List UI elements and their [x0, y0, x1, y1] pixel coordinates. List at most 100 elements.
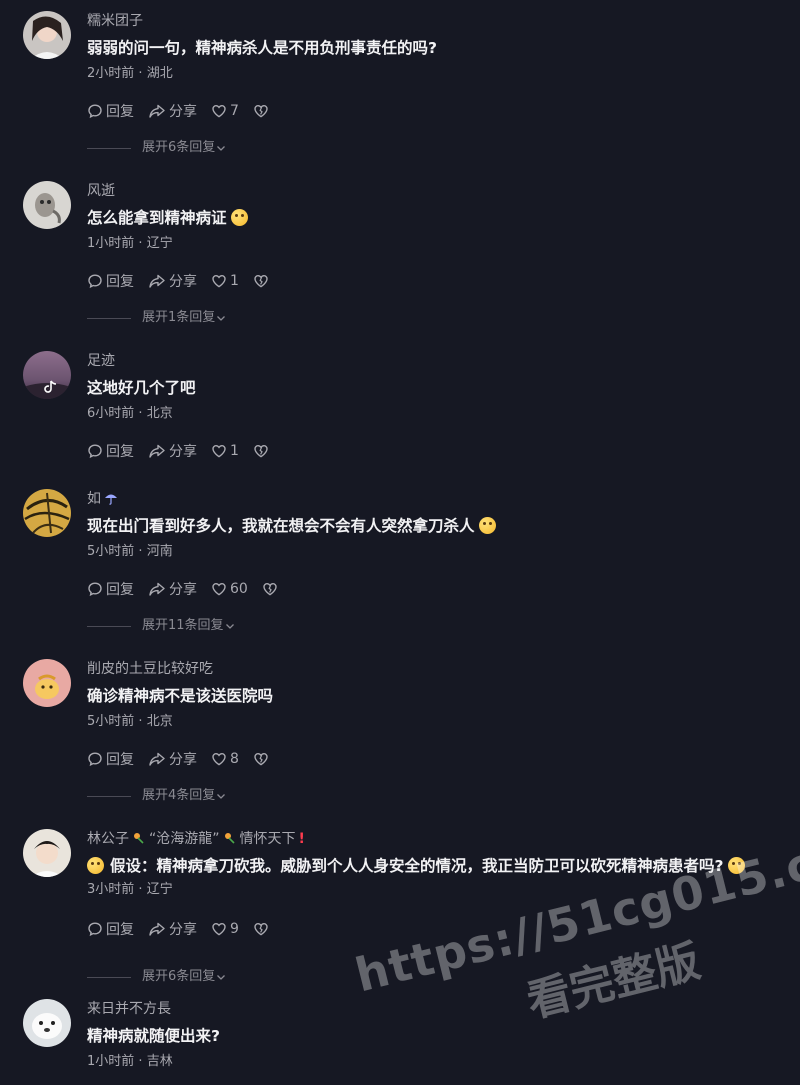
heart-icon	[212, 582, 226, 596]
comment-time: 6小时前	[87, 406, 135, 421]
broken-heart-icon	[254, 274, 268, 288]
comment-text: 精神病就随便出来?	[87, 1027, 220, 1045]
chevron-down-icon	[217, 975, 226, 980]
comment-item: 糯米团子 弱弱的问一句，精神病杀人是不用负刑事责任的吗? 2小时前 · 湖北 回…	[0, 11, 800, 171]
comment-time: 1小时前	[87, 236, 135, 251]
avatar[interactable]	[23, 181, 71, 229]
share-button[interactable]: 分享	[148, 749, 197, 769]
share-icon	[149, 444, 165, 458]
dislike-button[interactable]	[253, 103, 272, 119]
reply-button[interactable]: 回复	[87, 101, 134, 121]
divider-line	[87, 317, 131, 319]
flower-icon	[224, 833, 235, 844]
comment-text: 弱弱的问一句，精神病杀人是不用负刑事责任的吗?	[87, 39, 437, 57]
chevron-down-icon	[217, 146, 226, 151]
share-button[interactable]: 分享	[148, 271, 197, 291]
comment-text: 这地好几个了吧	[87, 379, 196, 397]
reply-icon	[88, 582, 102, 597]
comment-time: 1小时前	[87, 1054, 135, 1069]
username[interactable]: 削皮的土豆比较好吃	[87, 659, 213, 679]
like-count: 1	[230, 273, 239, 289]
expand-replies-button[interactable]: 展开6条回复	[87, 968, 227, 986]
emoji-icon	[478, 517, 496, 534]
comment-location: 吉林	[146, 1054, 173, 1069]
comment-item: 削皮的土豆比较好吃 确诊精神病不是该送医院吗 5小时前 · 北京 回复 分享 8…	[0, 659, 800, 819]
share-icon	[149, 922, 165, 936]
like-count: 60	[230, 581, 248, 597]
reply-icon	[88, 752, 102, 767]
reply-button[interactable]: 回复	[87, 441, 134, 461]
expand-replies-button[interactable]: 展开4条回复	[87, 787, 227, 805]
username[interactable]: 风逝	[87, 181, 115, 201]
comment-actions: 回复 分享 1	[87, 271, 286, 291]
like-count: 1	[230, 443, 239, 459]
expand-replies-button[interactable]: 展开1条回复	[87, 309, 227, 327]
heart-icon	[212, 922, 226, 936]
like-button[interactable]: 7	[211, 103, 239, 119]
like-button[interactable]: 1	[211, 273, 239, 289]
like-button[interactable]: 60	[211, 581, 248, 597]
like-button[interactable]: 9	[211, 921, 239, 937]
expand-replies-button[interactable]: 展开6条回复	[87, 139, 227, 157]
dislike-button[interactable]	[253, 273, 272, 289]
dislike-button[interactable]	[262, 581, 281, 597]
comment-location: 河南	[146, 544, 173, 559]
username[interactable]: 糯米团子	[87, 11, 143, 31]
comment-location: 北京	[146, 714, 173, 729]
dislike-button[interactable]	[253, 751, 272, 767]
avatar[interactable]	[23, 829, 71, 877]
avatar[interactable]	[23, 999, 71, 1047]
divider-line	[87, 147, 131, 149]
comment-text: 现在出门看到好多人，我就在想会不会有人突然拿刀杀人	[87, 515, 496, 537]
comment-meta: 5小时前 · 北京	[87, 714, 173, 729]
reply-button[interactable]: 回复	[87, 919, 134, 939]
reply-icon	[88, 104, 102, 119]
divider-line	[87, 976, 131, 978]
comment-actions: 回复 分享 1	[87, 441, 286, 461]
username[interactable]: 来日并不方長	[87, 999, 171, 1019]
like-button[interactable]: 1	[211, 443, 239, 459]
reply-button[interactable]: 回复	[87, 271, 134, 291]
comment-meta: 6小时前 · 北京	[87, 406, 173, 421]
username[interactable]: 足迹	[87, 351, 115, 371]
dislike-button[interactable]	[253, 921, 272, 937]
comment-item: 如 现在出门看到好多人，我就在想会不会有人突然拿刀杀人 5小时前 · 河南 回复…	[0, 489, 800, 649]
comment-time: 5小时前	[87, 714, 135, 729]
broken-heart-icon	[254, 922, 268, 936]
share-button[interactable]: 分享	[148, 441, 197, 461]
dislike-button[interactable]	[253, 443, 272, 459]
share-button[interactable]: 分享	[148, 579, 197, 599]
username[interactable]: 如	[87, 489, 121, 509]
comment-actions: 回复 分享 8	[87, 749, 286, 769]
comment-text: 怎么能拿到精神病证	[87, 207, 248, 229]
like-button[interactable]: 8	[211, 751, 239, 767]
comment-meta: 2小时前 · 湖北	[87, 66, 173, 81]
comment-actions: 回复 分享 9	[87, 919, 286, 939]
avatar[interactable]	[23, 489, 71, 537]
reply-icon	[88, 444, 102, 459]
comment-time: 5小时前	[87, 544, 135, 559]
umbrella-icon	[105, 494, 117, 505]
like-count: 7	[230, 103, 239, 119]
comment-meta: 1小时前 · 吉林	[87, 1054, 173, 1069]
share-icon	[149, 274, 165, 288]
reply-icon	[88, 274, 102, 289]
comment-item: 风逝 怎么能拿到精神病证 1小时前 · 辽宁 回复 分享 1 展开1条回复	[0, 181, 800, 341]
broken-heart-icon	[254, 104, 268, 118]
avatar[interactable]	[23, 659, 71, 707]
comment-time: 2小时前	[87, 66, 135, 81]
avatar[interactable]	[23, 11, 71, 59]
avatar[interactable]	[23, 351, 71, 399]
reply-button[interactable]: 回复	[87, 749, 134, 769]
share-button[interactable]: 分享	[148, 101, 197, 121]
broken-heart-icon	[263, 582, 277, 596]
share-button[interactable]: 分享	[148, 919, 197, 939]
heart-icon	[212, 274, 226, 288]
comment-location: 辽宁	[146, 882, 173, 897]
chevron-down-icon	[225, 624, 234, 629]
expand-replies-button[interactable]: 展开11条回复	[87, 617, 236, 635]
username[interactable]: 林公子 “沧海游龍” 情怀天下!	[87, 829, 305, 849]
reply-button[interactable]: 回复	[87, 579, 134, 599]
share-icon	[149, 752, 165, 766]
comment-time: 3小时前	[87, 882, 135, 897]
